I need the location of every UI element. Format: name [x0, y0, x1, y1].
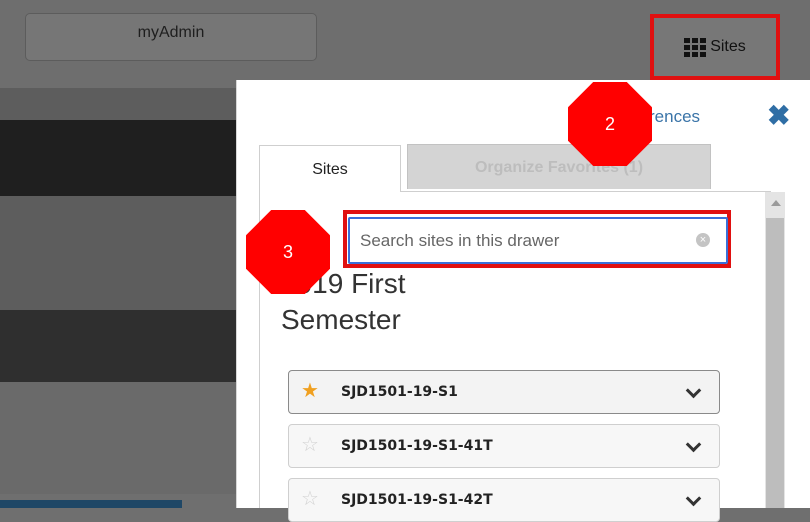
site-name: SJD1501-19-S1 — [341, 384, 458, 400]
scrollbar[interactable] — [765, 192, 785, 508]
sites-drawer: rences ✖ Sites Organize Favorites (1) 20… — [236, 80, 810, 522]
step-badge: 3 — [246, 210, 330, 294]
star-filled-icon[interactable]: ★ — [301, 380, 319, 402]
site-name: SJD1501-19-S1-42T — [341, 492, 493, 508]
site-row[interactable]: ☆ SJD1501-19-S1-41T — [288, 424, 720, 468]
search-field[interactable]: × — [348, 217, 728, 264]
preferences-link[interactable]: rences — [649, 107, 700, 127]
clear-search-icon[interactable]: × — [696, 233, 710, 247]
search-input[interactable] — [358, 225, 682, 257]
step-badge-label: 2 — [604, 113, 615, 134]
site-row[interactable]: ☆ SJD1501-19-S1-42T — [288, 478, 720, 522]
scroll-thumb[interactable] — [766, 218, 784, 508]
star-outline-icon[interactable]: ☆ — [301, 488, 319, 510]
grid-icon — [684, 37, 707, 57]
close-icon[interactable]: ✖ — [767, 100, 790, 132]
background-strip — [0, 500, 182, 508]
tab-sites[interactable]: Sites — [259, 145, 401, 192]
sites-drawer-button[interactable]: Sites — [650, 14, 780, 80]
background-band — [0, 310, 240, 382]
scroll-up-arrow-icon[interactable] — [771, 200, 781, 206]
chevron-down-icon[interactable] — [685, 436, 702, 453]
background-band — [0, 88, 240, 120]
star-outline-icon[interactable]: ☆ — [301, 434, 319, 456]
background-band — [0, 120, 240, 196]
chevron-down-icon[interactable] — [685, 382, 702, 399]
sites-button-label: Sites — [710, 38, 746, 55]
myadmin-button[interactable]: myAdmin — [25, 13, 317, 61]
background-band — [0, 196, 240, 310]
background-band — [0, 382, 240, 494]
step-badge-label: 3 — [282, 241, 293, 262]
site-row[interactable]: ★ SJD1501-19-S1 — [288, 370, 720, 414]
site-name: SJD1501-19-S1-41T — [341, 438, 493, 454]
chevron-down-icon[interactable] — [685, 490, 702, 507]
tab-organize-favorites[interactable]: Organize Favorites (1) — [407, 144, 711, 189]
